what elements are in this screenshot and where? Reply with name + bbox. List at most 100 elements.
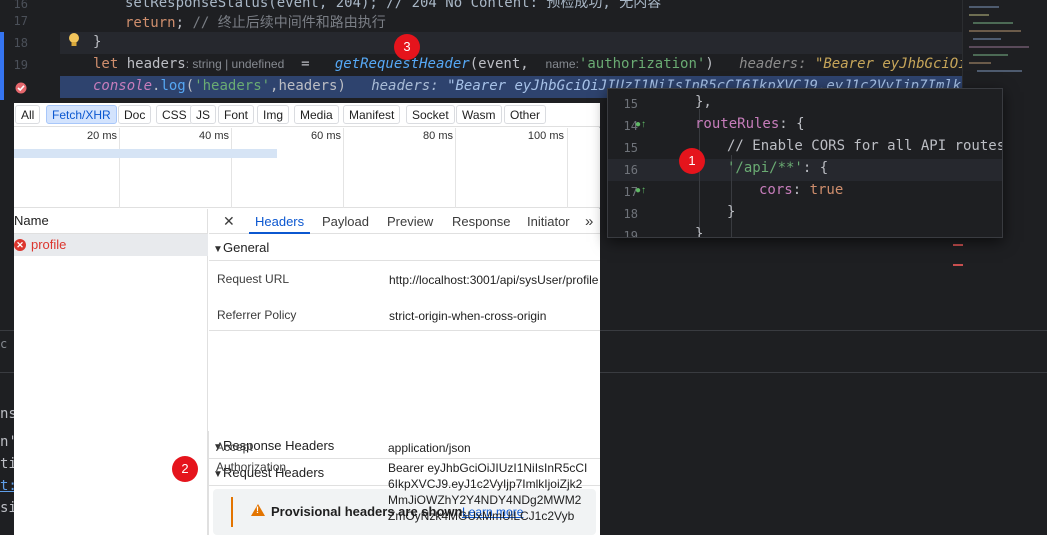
line-number: 19 [623, 229, 638, 238]
filter-manifest[interactable]: Manifest [343, 105, 401, 124]
tab-preview[interactable]: Preview [387, 209, 433, 234]
code-line-17[interactable]: return; // 终止后续中间件和路由执行 [125, 12, 386, 32]
code-line: } [727, 204, 736, 220]
request-url-label: Request URL [217, 272, 290, 286]
detail-tabs: ✕ Headers Payload Preview Response Initi… [209, 209, 600, 234]
line-number: 15 [623, 141, 638, 155]
filter-other[interactable]: Other [504, 105, 547, 124]
timeline-tick: 100 ms [527, 130, 564, 142]
authorization-header-label: Authorization [216, 460, 287, 474]
variable-name: headers [118, 56, 186, 72]
warning-accent-bar [231, 497, 233, 527]
code-line-19[interactable]: let headers: string | undefined = getReq… [93, 56, 975, 72]
timeline-tick: 20 ms [87, 130, 117, 142]
args-open: (event, [469, 56, 546, 72]
code-line: '/api/**': { [727, 160, 828, 176]
annotation-badge-1: 1 [679, 148, 705, 174]
code-line: cors: true [759, 182, 843, 198]
args-rest: ,headers) [270, 78, 346, 94]
filter-css[interactable]: CSS [156, 105, 193, 124]
line-number: 18 [623, 207, 638, 221]
line-number: 16 [13, 0, 28, 11]
panel-separator [600, 330, 1047, 331]
string-literal: '/api/**' [727, 160, 803, 176]
filter-js[interactable]: JS [190, 105, 217, 124]
request-list: Name ✕ profile [14, 209, 208, 535]
panel-separator [0, 330, 14, 331]
tab-response[interactable]: Response [452, 209, 511, 234]
annotation-badge-2: 2 [172, 456, 198, 482]
filter-media[interactable]: Media [294, 105, 339, 124]
boolean-literal: true [809, 182, 844, 198]
error-icon: ✕ [14, 239, 26, 251]
network-timeline[interactable]: 20 ms 40 ms 60 ms 80 ms 100 ms [14, 128, 600, 208]
accept-header-value[interactable]: application/json [388, 440, 598, 456]
annotation-badge-3: 3 [394, 34, 420, 60]
request-url-value[interactable]: http://localhost:3001/api/sysUser/profil… [389, 272, 599, 288]
minimap[interactable] [962, 0, 1047, 100]
section-title: General [223, 240, 270, 255]
tab-headers[interactable]: Headers [249, 209, 311, 234]
code-line-16[interactable]: setResponseStatus(event, 204); // 204 No… [125, 0, 661, 12]
general-section-header[interactable]: ▼General [209, 235, 600, 261]
filter-img[interactable]: Img [257, 105, 290, 124]
string-literal: 'authorization' [578, 56, 706, 72]
timeline-tick: 80 ms [423, 130, 453, 142]
column-divider [208, 431, 209, 535]
error-stripe[interactable] [953, 264, 963, 266]
panel-separator [0, 372, 14, 373]
code-comment: // Enable CORS for all API routes [727, 138, 1003, 154]
inline-value: "Bearer eyJhbGciOiJ [814, 56, 976, 72]
param-hint: name: [545, 57, 579, 71]
paren-open: ( [185, 78, 195, 94]
error-stripe[interactable] [953, 244, 963, 246]
code-line: }, [695, 94, 712, 110]
timeline-tick: 40 ms [199, 130, 229, 142]
request-name: profile [31, 237, 67, 252]
let-keyword: let [93, 56, 119, 72]
side-text: c [0, 337, 8, 351]
filter-wasm[interactable]: Wasm [456, 105, 502, 124]
code-line: } [695, 226, 704, 238]
console-object: console [93, 78, 153, 94]
config-code-popup[interactable]: 15 }, 14 ●↑ routeRules: { 15 // Enable C… [607, 88, 1003, 238]
authorization-header-value[interactable]: Bearer eyJhbGciOiJIUzI1NiIsInR5cCI6IkpXV… [388, 460, 588, 524]
tab-initiator[interactable]: Initiator [527, 209, 570, 234]
referrer-policy-label: Referrer Policy [217, 308, 297, 322]
collapse-triangle-icon: ▼ [213, 244, 223, 255]
return-keyword: return [125, 15, 176, 31]
tab-payload[interactable]: Payload [322, 209, 369, 234]
assign: = [284, 56, 335, 72]
line-number: 16 [623, 163, 638, 177]
filter-bar: All Fetch/XHR Doc CSS JS Font Img Media … [14, 103, 600, 127]
semicolon: ; [175, 15, 185, 31]
request-row-profile[interactable]: ✕ profile [14, 234, 208, 256]
current-line-highlight [60, 32, 965, 54]
referrer-policy-value[interactable]: strict-origin-when-cross-origin [389, 308, 599, 324]
breakpoint-icon[interactable] [15, 81, 27, 94]
property-key: cors [759, 182, 793, 198]
filter-font[interactable]: Font [218, 105, 255, 124]
accept-header-label: Accept [216, 440, 253, 454]
punct: : { [779, 116, 805, 132]
code-comment: // 终止后续中间件和路由执行 [192, 15, 386, 31]
gutter-marker-icon[interactable]: ●↑ [635, 119, 646, 130]
change-marker [0, 54, 4, 100]
gutter-marker-icon[interactable]: ●↑ [635, 185, 646, 196]
code-line: routeRules: { [695, 116, 805, 132]
line-number: 19 [13, 58, 28, 72]
close-icon[interactable]: ✕ [223, 209, 235, 234]
code-line-18[interactable]: } [93, 34, 101, 50]
line-number: 18 [13, 36, 28, 50]
args-close: ) [705, 56, 714, 72]
more-tabs-icon[interactable]: » [585, 209, 593, 234]
filter-doc[interactable]: Doc [118, 105, 152, 124]
filter-all[interactable]: All [15, 105, 41, 124]
line-number: 15 [623, 97, 638, 111]
name-column-header[interactable]: Name [14, 209, 208, 234]
property-key: routeRules [695, 116, 780, 132]
lightbulb-icon[interactable] [68, 32, 80, 48]
filter-socket[interactable]: Socket [406, 105, 455, 124]
timeline-request-bar [14, 149, 277, 158]
filter-fetch-xhr[interactable]: Fetch/XHR [46, 105, 117, 124]
